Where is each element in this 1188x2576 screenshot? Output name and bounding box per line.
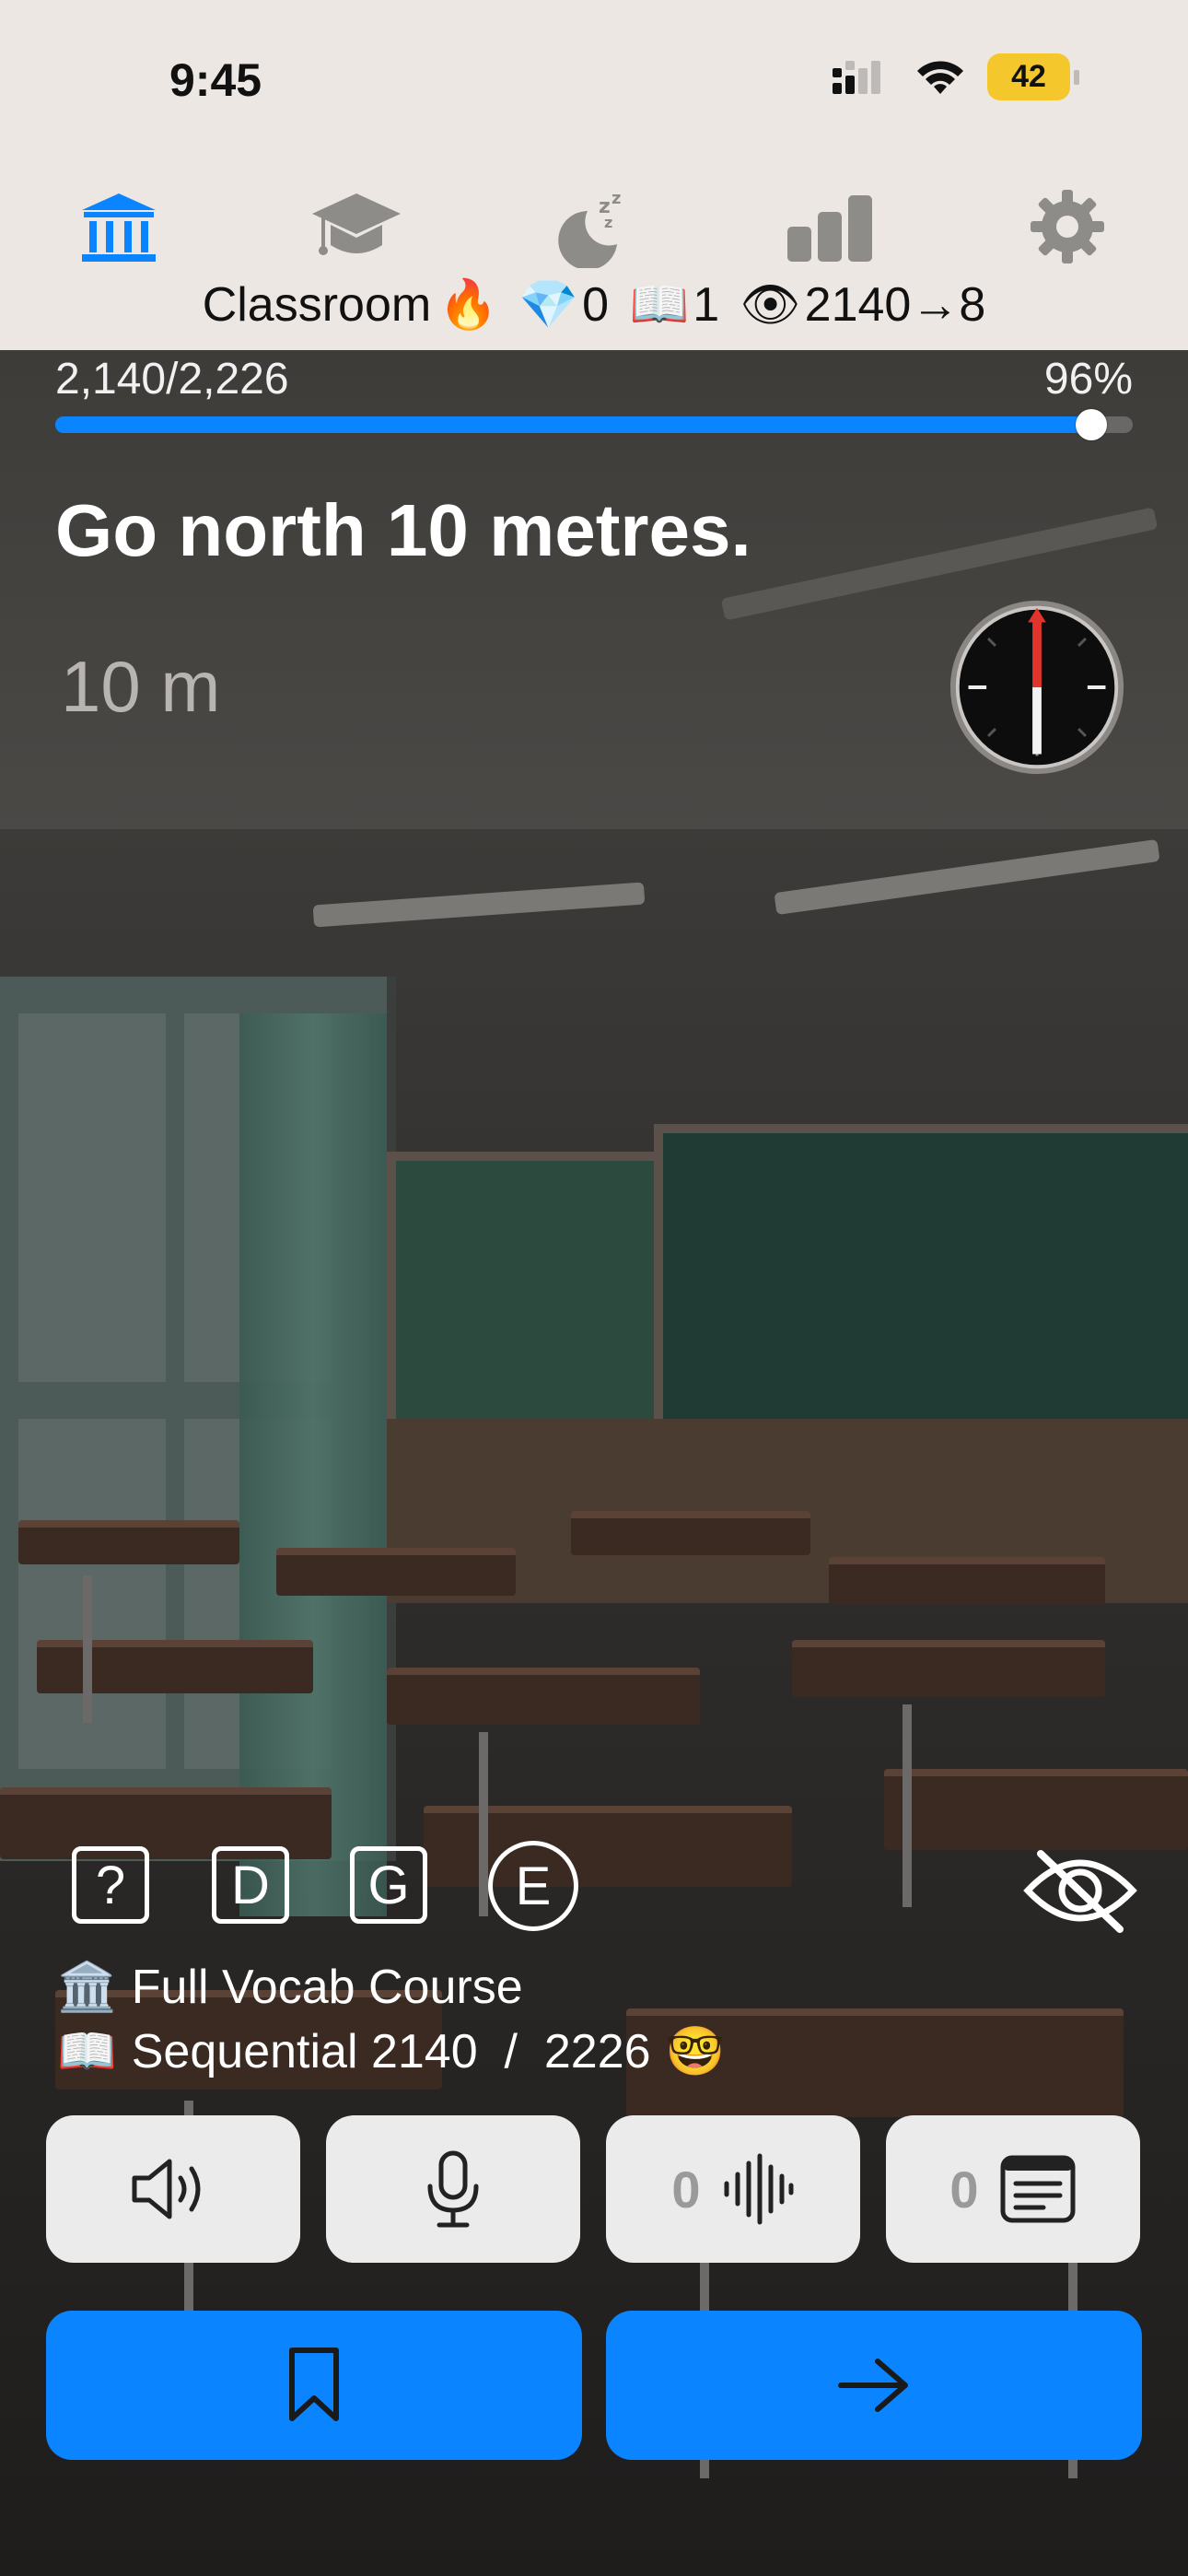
desk	[18, 1520, 239, 1564]
bookmark-icon	[289, 2348, 339, 2421]
desk	[792, 1640, 1105, 1697]
fire-icon: 🔥	[438, 278, 498, 332]
eye-icon: 👁	[740, 278, 801, 332]
tab-settings[interactable]	[1017, 182, 1118, 271]
desk-leg	[83, 1575, 92, 1723]
course-name: Full Vocab Course	[131, 1960, 523, 2014]
tab-classroom[interactable]	[68, 182, 169, 271]
desk	[829, 1557, 1105, 1605]
view-count: 2140→8	[804, 278, 986, 332]
microphone-icon	[427, 2150, 479, 2228]
wifi-icon	[917, 60, 963, 94]
status-icons: 42	[833, 53, 1079, 100]
battery-cap	[1074, 69, 1079, 85]
compass-icon[interactable]	[947, 597, 1127, 778]
top-bar: 9:45 42 z z z Classroom 🔥 💎0 📖1 👁2140→8	[0, 0, 1188, 350]
progress-percent: 96%	[1043, 355, 1133, 404]
bank-icon	[82, 193, 156, 262]
course-mode: Sequential 2140 / 2226	[131, 2024, 651, 2078]
bar-chart-icon	[787, 195, 872, 262]
course-mode-line: 📖 Sequential 2140 / 2226 🤓	[57, 2023, 725, 2079]
tab-course[interactable]	[306, 182, 407, 271]
nerd-face-icon: 🤓	[665, 2025, 726, 2078]
cellular-signal-icon	[833, 60, 880, 94]
waveform-button[interactable]: 0	[606, 2115, 860, 2263]
waveform-count: 0	[671, 2160, 701, 2219]
gear-icon	[1031, 190, 1104, 263]
header-title: Classroom	[202, 278, 432, 332]
next-button[interactable]	[606, 2311, 1142, 2460]
desk	[276, 1548, 516, 1596]
progress-count: 2,140/2,226	[55, 355, 289, 404]
tab-sleep[interactable]: z z z	[542, 182, 643, 271]
notes-icon	[1000, 2155, 1076, 2223]
eye-slash-icon[interactable]	[1020, 1844, 1140, 1937]
distance-readout: 10 m	[61, 646, 221, 727]
progress-thumb[interactable]	[1076, 409, 1107, 440]
desk	[387, 1668, 700, 1725]
option-d-button[interactable]: D	[212, 1846, 289, 1924]
speaker-button[interactable]	[46, 2115, 300, 2263]
instruction-text: Go north 10 metres.	[55, 489, 751, 571]
moon-zzz-icon: z z z	[558, 189, 621, 268]
course-bank-icon: 🏛️	[57, 1961, 117, 2014]
option-e-button[interactable]: E	[488, 1841, 578, 1931]
bookmark-button[interactable]	[46, 2311, 582, 2460]
course-book-icon: 📖	[57, 2025, 117, 2078]
notes-count: 0	[949, 2160, 979, 2219]
progress-fill	[55, 416, 1091, 433]
status-time: 9:45	[169, 54, 262, 106]
option-help-button[interactable]: ?	[72, 1846, 149, 1924]
gem-icon: 💎	[518, 278, 579, 332]
svg-text:z: z	[611, 189, 621, 208]
microphone-button[interactable]	[326, 2115, 580, 2263]
notes-button[interactable]: 0	[886, 2115, 1140, 2263]
desk	[37, 1640, 313, 1693]
curtain	[239, 1013, 387, 1916]
window-pane	[18, 1013, 166, 1382]
gem-count: 0	[582, 278, 610, 332]
course-name-line: 🏛️ Full Vocab Course	[57, 1959, 523, 2015]
ceiling-light	[774, 838, 1160, 916]
book-icon: 📖	[629, 278, 690, 332]
option-buttons: ? D G E	[72, 1841, 1137, 1935]
action-cards: 0 0	[46, 2115, 1142, 2263]
tab-stats[interactable]	[779, 182, 880, 271]
speaker-icon	[132, 2159, 201, 2219]
header-stats: Classroom 🔥 💎0 📖1 👁2140→8	[0, 276, 1188, 333]
progress-labels: 2,140/2,226 96%	[55, 354, 1133, 409]
progress-bar[interactable]	[55, 409, 1133, 440]
waveform-icon	[724, 2153, 794, 2225]
desk	[884, 1769, 1188, 1850]
book-count: 1	[693, 278, 720, 332]
graduation-cap-icon	[312, 193, 401, 255]
window-pane	[18, 1419, 166, 1769]
option-g-button[interactable]: G	[350, 1846, 427, 1924]
battery-indicator: 42	[987, 53, 1079, 100]
tab-bar: z z z	[0, 182, 1188, 271]
desk	[571, 1511, 810, 1555]
svg-text:z: z	[604, 214, 612, 231]
ceiling-light	[312, 882, 646, 928]
battery-level: 42	[987, 53, 1070, 100]
arrow-right-icon	[838, 2359, 908, 2412]
